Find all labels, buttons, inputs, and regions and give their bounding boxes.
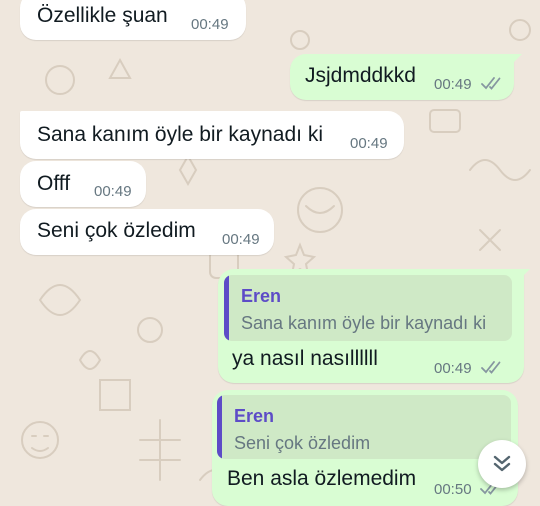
message-text: Jsjdmddkkd <box>305 64 416 87</box>
quote-accent-bar <box>224 275 229 341</box>
message-time: 00:49 <box>434 76 472 93</box>
message-bubble-incoming[interactable]: Özellikle şuan 00:49 <box>20 0 246 40</box>
quoted-message[interactable]: Eren Seni çok özledim <box>217 395 511 459</box>
message-text: Özellikle şuan <box>37 4 168 27</box>
scroll-to-bottom-button[interactable] <box>478 440 526 488</box>
message-time: 00:50 <box>434 481 472 498</box>
quote-accent-bar <box>217 395 222 459</box>
reply-bubble-outgoing[interactable]: Eren Sana kanım öyle bir kaynadı ki ya n… <box>218 269 524 383</box>
bubble-tail <box>510 54 522 66</box>
quote-author: Eren <box>241 286 282 306</box>
message-text: Sana kanım öyle bir kaynadı ki <box>37 123 323 146</box>
quote-author: Eren <box>234 406 275 426</box>
quote-text: Seni çok özledim <box>234 433 371 453</box>
message-text: Offf <box>37 172 71 195</box>
message-time: 00:49 <box>350 135 388 152</box>
double-chevron-down-icon <box>493 455 511 472</box>
message-bubble-incoming[interactable]: Seni çok özledim 00:49 <box>20 209 274 255</box>
message-bubble-outgoing[interactable]: Jsjdmddkkd 00:49 <box>290 54 514 100</box>
message-text: Ben asla özlemedim <box>227 467 417 490</box>
double-check-icon <box>481 77 501 90</box>
message-time: 00:49 <box>94 183 132 200</box>
message-text: ya nasıl nasıllllll <box>232 347 378 370</box>
double-check-icon <box>481 361 501 374</box>
message-bubble-incoming[interactable]: Offf 00:49 <box>20 161 146 207</box>
quote-text: Sana kanım öyle bir kaynadı ki <box>241 313 487 333</box>
message-text: Seni çok özledim <box>37 219 196 242</box>
bubble-tail <box>518 269 530 281</box>
quoted-message[interactable]: Eren Sana kanım öyle bir kaynadı ki <box>224 275 512 341</box>
message-time: 00:49 <box>191 16 229 33</box>
message-time: 00:49 <box>434 360 472 377</box>
message-bubble-incoming[interactable]: Sana kanım öyle bir kaynadı ki 00:49 <box>20 111 404 159</box>
message-time: 00:49 <box>222 231 260 248</box>
reply-bubble-outgoing[interactable]: Eren Seni çok özledim Ben asla özlemedim… <box>212 390 518 506</box>
